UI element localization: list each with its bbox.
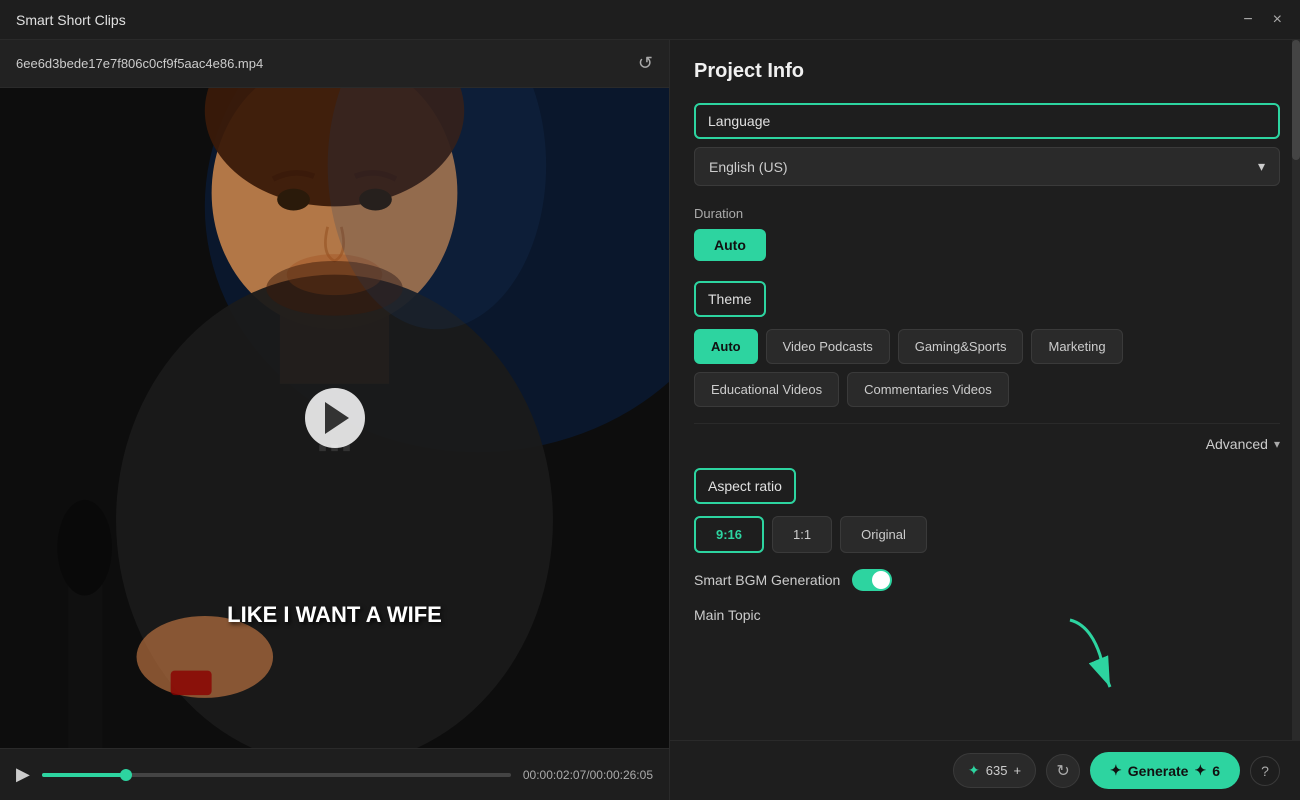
file-bar: 6ee6d3bede17e7f806c0cf9f5aac4e86.mp4 ↺ bbox=[0, 40, 669, 88]
generate-icon2: ✦ bbox=[1194, 762, 1206, 779]
file-name: 6ee6d3bede17e7f806c0cf9f5aac4e86.mp4 bbox=[16, 56, 630, 71]
theme-label: Theme bbox=[694, 281, 766, 317]
video-preview: ■ ■ ■ LIKE I WANT A WIFE bbox=[0, 88, 669, 748]
project-info-title: Project Info bbox=[694, 60, 1280, 83]
bgm-row: Smart BGM Generation bbox=[694, 569, 1280, 591]
language-dropdown[interactable]: English (US) ▾ bbox=[694, 147, 1280, 186]
aspect-ratio-label: Aspect ratio bbox=[694, 468, 796, 504]
close-button[interactable]: × bbox=[1271, 10, 1284, 30]
divider bbox=[694, 423, 1280, 424]
bgm-toggle[interactable] bbox=[852, 569, 892, 591]
right-content: Project Info Language English (US) ▾ Dur… bbox=[670, 40, 1300, 651]
refresh-button[interactable]: ↺ bbox=[638, 53, 653, 74]
theme-button-auto[interactable]: Auto bbox=[694, 329, 758, 364]
video-controls: ▶ 00:00:02:07/00:00:26:05 bbox=[0, 748, 669, 800]
generate-label: Generate bbox=[1128, 763, 1189, 779]
advanced-label: Advanced bbox=[1206, 436, 1268, 452]
play-icon bbox=[325, 402, 349, 434]
language-selected: English (US) bbox=[709, 159, 788, 175]
theme-buttons: Auto Video Podcasts Gaming&Sports Market… bbox=[694, 329, 1280, 364]
bgm-label: Smart BGM Generation bbox=[694, 572, 840, 588]
total-time: /00:00:26:05 bbox=[586, 768, 653, 782]
theme-section: Theme Auto Video Podcasts Gaming&Sports … bbox=[694, 281, 1280, 407]
window-controls: − × bbox=[1241, 10, 1284, 30]
language-label: Language bbox=[694, 103, 1280, 139]
minimize-button[interactable]: − bbox=[1241, 10, 1254, 30]
progress-bar[interactable] bbox=[42, 773, 511, 777]
scrollbar-track[interactable] bbox=[1292, 40, 1300, 800]
theme-button-gaming-sports[interactable]: Gaming&Sports bbox=[898, 329, 1024, 364]
title-bar: Smart Short Clips − × bbox=[0, 0, 1300, 40]
theme-button-educational[interactable]: Educational Videos bbox=[694, 372, 839, 407]
credits-button[interactable]: ✦ 635 + bbox=[953, 753, 1036, 788]
progress-thumb bbox=[120, 769, 132, 781]
subtitle-overlay: LIKE I WANT A WIFE bbox=[227, 602, 442, 628]
duration-auto-button[interactable]: Auto bbox=[694, 229, 766, 261]
language-section: Language English (US) ▾ bbox=[694, 103, 1280, 186]
theme-button-video-podcasts[interactable]: Video Podcasts bbox=[766, 329, 890, 364]
credits-icon: ✦ bbox=[968, 762, 980, 779]
progress-fill bbox=[42, 773, 126, 777]
credits-plus: + bbox=[1013, 763, 1021, 778]
bottom-bar: ✦ 635 + ↻ ✦ Generate ✦ 6 ? bbox=[670, 740, 1300, 800]
theme-button-marketing[interactable]: Marketing bbox=[1031, 329, 1122, 364]
aspect-ratio-buttons: 9:16 1:1 Original bbox=[694, 516, 1280, 553]
help-button[interactable]: ? bbox=[1250, 756, 1280, 786]
refresh-credits-button[interactable]: ↻ bbox=[1046, 754, 1080, 788]
control-play-button[interactable]: ▶ bbox=[16, 764, 30, 785]
control-play-icon: ▶ bbox=[16, 764, 30, 784]
current-time: 00:00:02:07 bbox=[523, 768, 586, 782]
left-panel: 6ee6d3bede17e7f806c0cf9f5aac4e86.mp4 ↺ bbox=[0, 40, 670, 800]
credits-value: 635 bbox=[986, 763, 1008, 778]
aspect-button-original[interactable]: Original bbox=[840, 516, 927, 553]
generate-icon: ✦ bbox=[1110, 762, 1122, 779]
generate-button[interactable]: ✦ Generate ✦ 6 bbox=[1090, 752, 1240, 789]
aspect-button-1-1[interactable]: 1:1 bbox=[772, 516, 832, 553]
app-title: Smart Short Clips bbox=[16, 12, 126, 28]
theme-buttons-row2: Educational Videos Commentaries Videos bbox=[694, 372, 1280, 407]
duration-section: Duration Auto bbox=[694, 206, 1280, 261]
duration-label: Duration bbox=[694, 206, 1280, 221]
right-panel: Project Info Language English (US) ▾ Dur… bbox=[670, 40, 1300, 800]
scrollbar-thumb[interactable] bbox=[1292, 40, 1300, 160]
time-display: 00:00:02:07/00:00:26:05 bbox=[523, 768, 653, 782]
main-topic-label: Main Topic bbox=[694, 607, 1280, 623]
language-chevron: ▾ bbox=[1258, 158, 1265, 175]
advanced-chevron: ▾ bbox=[1274, 437, 1280, 451]
theme-button-commentaries[interactable]: Commentaries Videos bbox=[847, 372, 1009, 407]
generate-count: 6 bbox=[1212, 763, 1220, 779]
advanced-row[interactable]: Advanced ▾ bbox=[694, 436, 1280, 452]
aspect-button-9-16[interactable]: 9:16 bbox=[694, 516, 764, 553]
main-layout: 6ee6d3bede17e7f806c0cf9f5aac4e86.mp4 ↺ bbox=[0, 40, 1300, 800]
play-button[interactable] bbox=[305, 388, 365, 448]
toggle-thumb bbox=[872, 571, 890, 589]
aspect-ratio-section: Aspect ratio 9:16 1:1 Original bbox=[694, 468, 1280, 553]
